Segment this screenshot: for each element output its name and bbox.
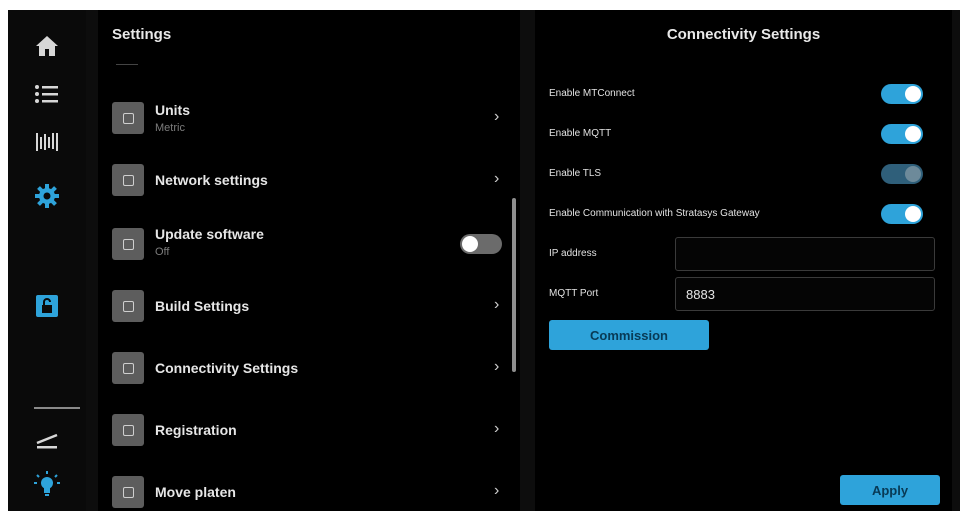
gear-icon <box>35 184 59 208</box>
settings-item-registration[interactable]: Registration › <box>98 400 508 460</box>
side-nav <box>8 10 86 511</box>
apply-button[interactable]: Apply <box>840 475 940 505</box>
chevron-right-icon: › <box>494 358 500 375</box>
settings-panel: Settings Units Metric › Network settings… <box>98 10 520 511</box>
platen-icon <box>36 433 58 449</box>
chevron-right-icon: › <box>494 296 500 313</box>
mqtt-port-value: 8883 <box>686 287 715 302</box>
connectivity-panel: Connectivity Settings Enable MTConnect E… <box>535 10 952 511</box>
nav-home[interactable] <box>8 24 86 68</box>
gateway-toggle[interactable] <box>881 204 923 224</box>
settings-item-build[interactable]: Build Settings › <box>98 276 508 336</box>
light-icon <box>34 471 60 496</box>
settings-item-label: Update software <box>155 226 264 242</box>
chevron-right-icon: › <box>494 108 500 125</box>
units-icon <box>112 102 144 134</box>
unlock-icon <box>36 295 58 317</box>
update-software-toggle[interactable] <box>460 234 502 254</box>
build-icon <box>112 290 144 322</box>
list-icon <box>35 85 58 103</box>
network-icon <box>112 164 144 196</box>
connectivity-icon <box>112 352 144 384</box>
registration-icon <box>112 414 144 446</box>
nav-divider <box>34 407 80 409</box>
settings-scrollbar[interactable] <box>512 198 516 372</box>
mqtt-toggle[interactable] <box>881 124 923 144</box>
home-icon <box>36 36 58 56</box>
connectivity-title: Connectivity Settings <box>666 26 821 43</box>
mtconnect-label: Enable MTConnect <box>549 88 635 99</box>
settings-item-network[interactable]: Network settings › <box>98 150 508 210</box>
chevron-right-icon: › <box>494 420 500 437</box>
settings-item-label: Build Settings <box>155 298 250 314</box>
mqtt-label: Enable MQTT <box>549 128 612 139</box>
chevron-right-icon: › <box>494 482 500 499</box>
settings-item-value: Metric <box>155 122 185 134</box>
settings-item-move-platen[interactable]: Move platen › <box>98 462 508 511</box>
nav-lock[interactable] <box>8 284 86 328</box>
settings-item-label: Move platen <box>155 484 236 500</box>
commission-button[interactable]: Commission <box>549 320 709 350</box>
title-divider <box>116 64 138 65</box>
ip-address-label: IP address <box>549 248 597 259</box>
tls-toggle[interactable] <box>881 164 923 184</box>
nav-materials[interactable] <box>8 120 86 164</box>
ip-address-field[interactable] <box>675 237 935 271</box>
nav-platen[interactable] <box>8 418 86 462</box>
mtconnect-toggle[interactable] <box>881 84 923 104</box>
move-platen-icon <box>112 476 144 508</box>
gateway-label: Enable Communication with Stratasys Gate… <box>549 208 760 219</box>
update-icon <box>112 228 144 260</box>
settings-item-units[interactable]: Units Metric › <box>98 88 508 148</box>
mqtt-port-label: MQTT Port <box>549 288 599 299</box>
mqtt-port-field[interactable]: 8883 <box>675 277 935 311</box>
settings-item-label: Registration <box>155 422 237 438</box>
settings-item-connectivity[interactable]: Connectivity Settings › <box>98 338 508 398</box>
tls-label: Enable TLS <box>549 168 602 179</box>
settings-item-label: Units <box>155 102 190 118</box>
nav-light[interactable] <box>8 462 86 506</box>
settings-item-label: Network settings <box>155 172 268 188</box>
settings-item-update-software: Update software Off <box>98 210 508 270</box>
page-title: Settings <box>112 26 172 43</box>
nav-settings[interactable] <box>8 174 86 218</box>
nav-jobs[interactable] <box>8 72 86 116</box>
chevron-right-icon: › <box>494 170 500 187</box>
material-icon <box>36 133 58 151</box>
settings-item-label: Connectivity Settings <box>155 360 299 376</box>
settings-item-value: Off <box>155 246 170 258</box>
